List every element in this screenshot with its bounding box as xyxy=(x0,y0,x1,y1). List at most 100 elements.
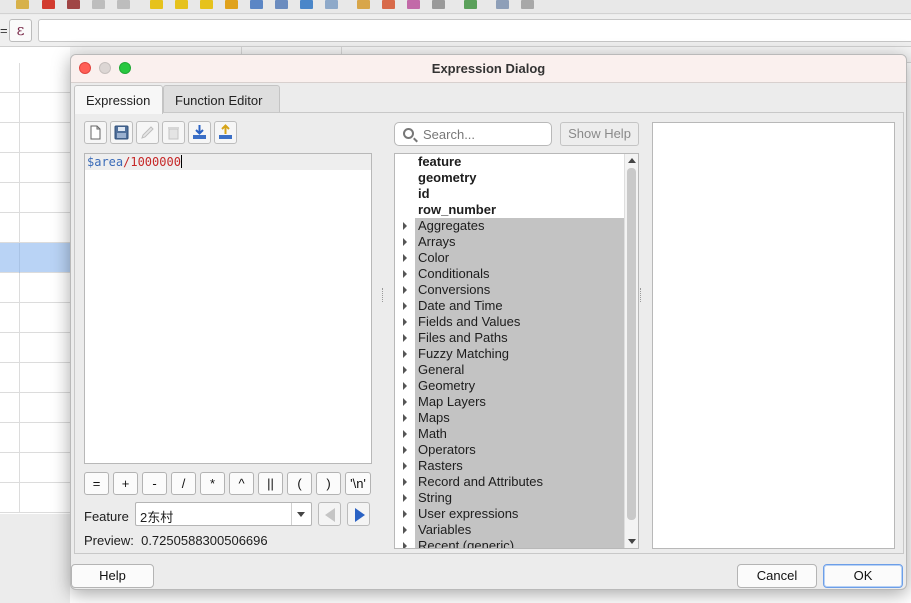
next-feature-button[interactable] xyxy=(347,502,370,526)
table-row-selected[interactable] xyxy=(0,243,70,273)
search-input[interactable] xyxy=(421,125,547,143)
tree-item-field[interactable]: feature xyxy=(395,154,624,170)
op-plus-button[interactable]: + xyxy=(113,472,138,495)
help-button[interactable]: Help xyxy=(71,564,154,588)
splitter-handle[interactable] xyxy=(640,288,642,302)
expand-arrow-icon[interactable] xyxy=(403,382,407,390)
tree-group[interactable]: Record and Attributes xyxy=(395,474,624,490)
scrollbar-thumb[interactable] xyxy=(627,168,636,520)
tree-scrollbar[interactable] xyxy=(624,154,638,548)
expand-arrow-icon[interactable] xyxy=(403,350,407,358)
expand-arrow-icon[interactable] xyxy=(403,542,407,548)
show-help-button[interactable]: Show Help xyxy=(560,122,639,146)
invert-selection-icon[interactable] xyxy=(200,0,213,9)
new-file-button[interactable] xyxy=(84,121,107,144)
expand-arrow-icon[interactable] xyxy=(403,286,407,294)
tree-group[interactable]: Conditionals xyxy=(395,266,624,282)
filter-icon[interactable] xyxy=(250,0,263,9)
edit-button[interactable] xyxy=(136,121,159,144)
chevron-down-icon[interactable] xyxy=(291,503,311,525)
op-concat-button[interactable]: || xyxy=(258,472,283,495)
table-row[interactable] xyxy=(0,453,70,483)
table-row[interactable] xyxy=(0,333,70,363)
tree-group[interactable]: Math xyxy=(395,426,624,442)
tree-group[interactable]: Variables xyxy=(395,522,624,538)
expand-arrow-icon[interactable] xyxy=(403,494,407,502)
expand-arrow-icon[interactable] xyxy=(403,398,407,406)
tree-group[interactable]: General xyxy=(395,362,624,378)
tree-group[interactable]: Fuzzy Matching xyxy=(395,346,624,362)
table-row[interactable] xyxy=(0,303,70,333)
expand-arrow-icon[interactable] xyxy=(403,462,407,470)
select-icon[interactable] xyxy=(150,0,163,9)
tree-group[interactable]: Files and Paths xyxy=(395,330,624,346)
edit-icon[interactable] xyxy=(407,0,420,9)
expand-arrow-icon[interactable] xyxy=(403,302,407,310)
tree-group[interactable]: Date and Time xyxy=(395,298,624,314)
op-divide-button[interactable]: / xyxy=(171,472,196,495)
copy-icon[interactable] xyxy=(92,0,105,9)
tree-group[interactable]: Rasters xyxy=(395,458,624,474)
op-open-paren-button[interactable]: ( xyxy=(287,472,312,495)
cancel-button[interactable]: Cancel xyxy=(737,564,817,588)
table-row[interactable] xyxy=(0,393,70,423)
expand-arrow-icon[interactable] xyxy=(403,334,407,342)
tree-group[interactable]: Maps xyxy=(395,410,624,426)
table-row[interactable] xyxy=(0,423,70,453)
delete-button[interactable] xyxy=(162,121,185,144)
op-newline-button[interactable]: '\n' xyxy=(345,472,371,495)
actions-icon[interactable] xyxy=(521,0,534,9)
expand-arrow-icon[interactable] xyxy=(403,254,407,262)
tree-group[interactable]: Color xyxy=(395,250,624,266)
delete-icon[interactable] xyxy=(42,0,55,9)
tree-group[interactable]: String xyxy=(395,490,624,506)
tree-item-field[interactable]: row_number xyxy=(395,202,624,218)
export-button[interactable] xyxy=(214,121,237,144)
cut-icon[interactable] xyxy=(67,0,80,9)
paste-icon[interactable] xyxy=(117,0,130,9)
op-equals-button[interactable]: = xyxy=(84,472,109,495)
move-top-icon[interactable] xyxy=(275,0,288,9)
pan-icon[interactable] xyxy=(300,0,313,9)
dock-icon[interactable] xyxy=(496,0,509,9)
new-field-icon[interactable] xyxy=(357,0,370,9)
tree-group[interactable]: Conversions xyxy=(395,282,624,298)
table-row[interactable] xyxy=(0,483,70,513)
tree-group[interactable]: Fields and Values xyxy=(395,314,624,330)
scroll-down-icon[interactable] xyxy=(628,539,636,544)
table-row[interactable] xyxy=(0,123,70,153)
tab-function-editor[interactable]: Function Editor xyxy=(163,85,280,113)
table-row[interactable] xyxy=(0,153,70,183)
feature-select[interactable]: 2东村 xyxy=(135,502,312,526)
tree-group[interactable]: Map Layers xyxy=(395,394,624,410)
tree-group[interactable]: Operators xyxy=(395,442,624,458)
expression-field[interactable] xyxy=(38,19,911,42)
tree-item-field[interactable]: id xyxy=(395,186,624,202)
previous-feature-button[interactable] xyxy=(318,502,341,526)
table-row[interactable] xyxy=(0,273,70,303)
select-all-icon[interactable] xyxy=(175,0,188,9)
expand-arrow-icon[interactable] xyxy=(403,446,407,454)
expand-arrow-icon[interactable] xyxy=(403,526,407,534)
tab-expression[interactable]: Expression xyxy=(74,85,163,114)
expand-arrow-icon[interactable] xyxy=(403,270,407,278)
delete-field-icon[interactable] xyxy=(382,0,395,9)
table-row[interactable] xyxy=(0,213,70,243)
expression-builder-icon[interactable]: ε xyxy=(9,19,32,42)
expand-arrow-icon[interactable] xyxy=(403,318,407,326)
op-close-paren-button[interactable]: ) xyxy=(316,472,341,495)
expression-editor[interactable]: $area/1000000 xyxy=(84,153,372,464)
scroll-up-icon[interactable] xyxy=(628,158,636,163)
table-row[interactable] xyxy=(0,93,70,123)
conditional-format-icon[interactable] xyxy=(464,0,477,9)
table-row[interactable] xyxy=(0,63,70,93)
expand-arrow-icon[interactable] xyxy=(403,430,407,438)
expand-arrow-icon[interactable] xyxy=(403,478,407,486)
expand-arrow-icon[interactable] xyxy=(403,414,407,422)
op-minus-button[interactable]: - xyxy=(142,472,167,495)
tree-item-field[interactable]: geometry xyxy=(395,170,624,186)
expand-arrow-icon[interactable] xyxy=(403,238,407,246)
expand-arrow-icon[interactable] xyxy=(403,222,407,230)
tree-group[interactable]: Aggregates xyxy=(395,218,624,234)
op-power-button[interactable]: ^ xyxy=(229,472,254,495)
